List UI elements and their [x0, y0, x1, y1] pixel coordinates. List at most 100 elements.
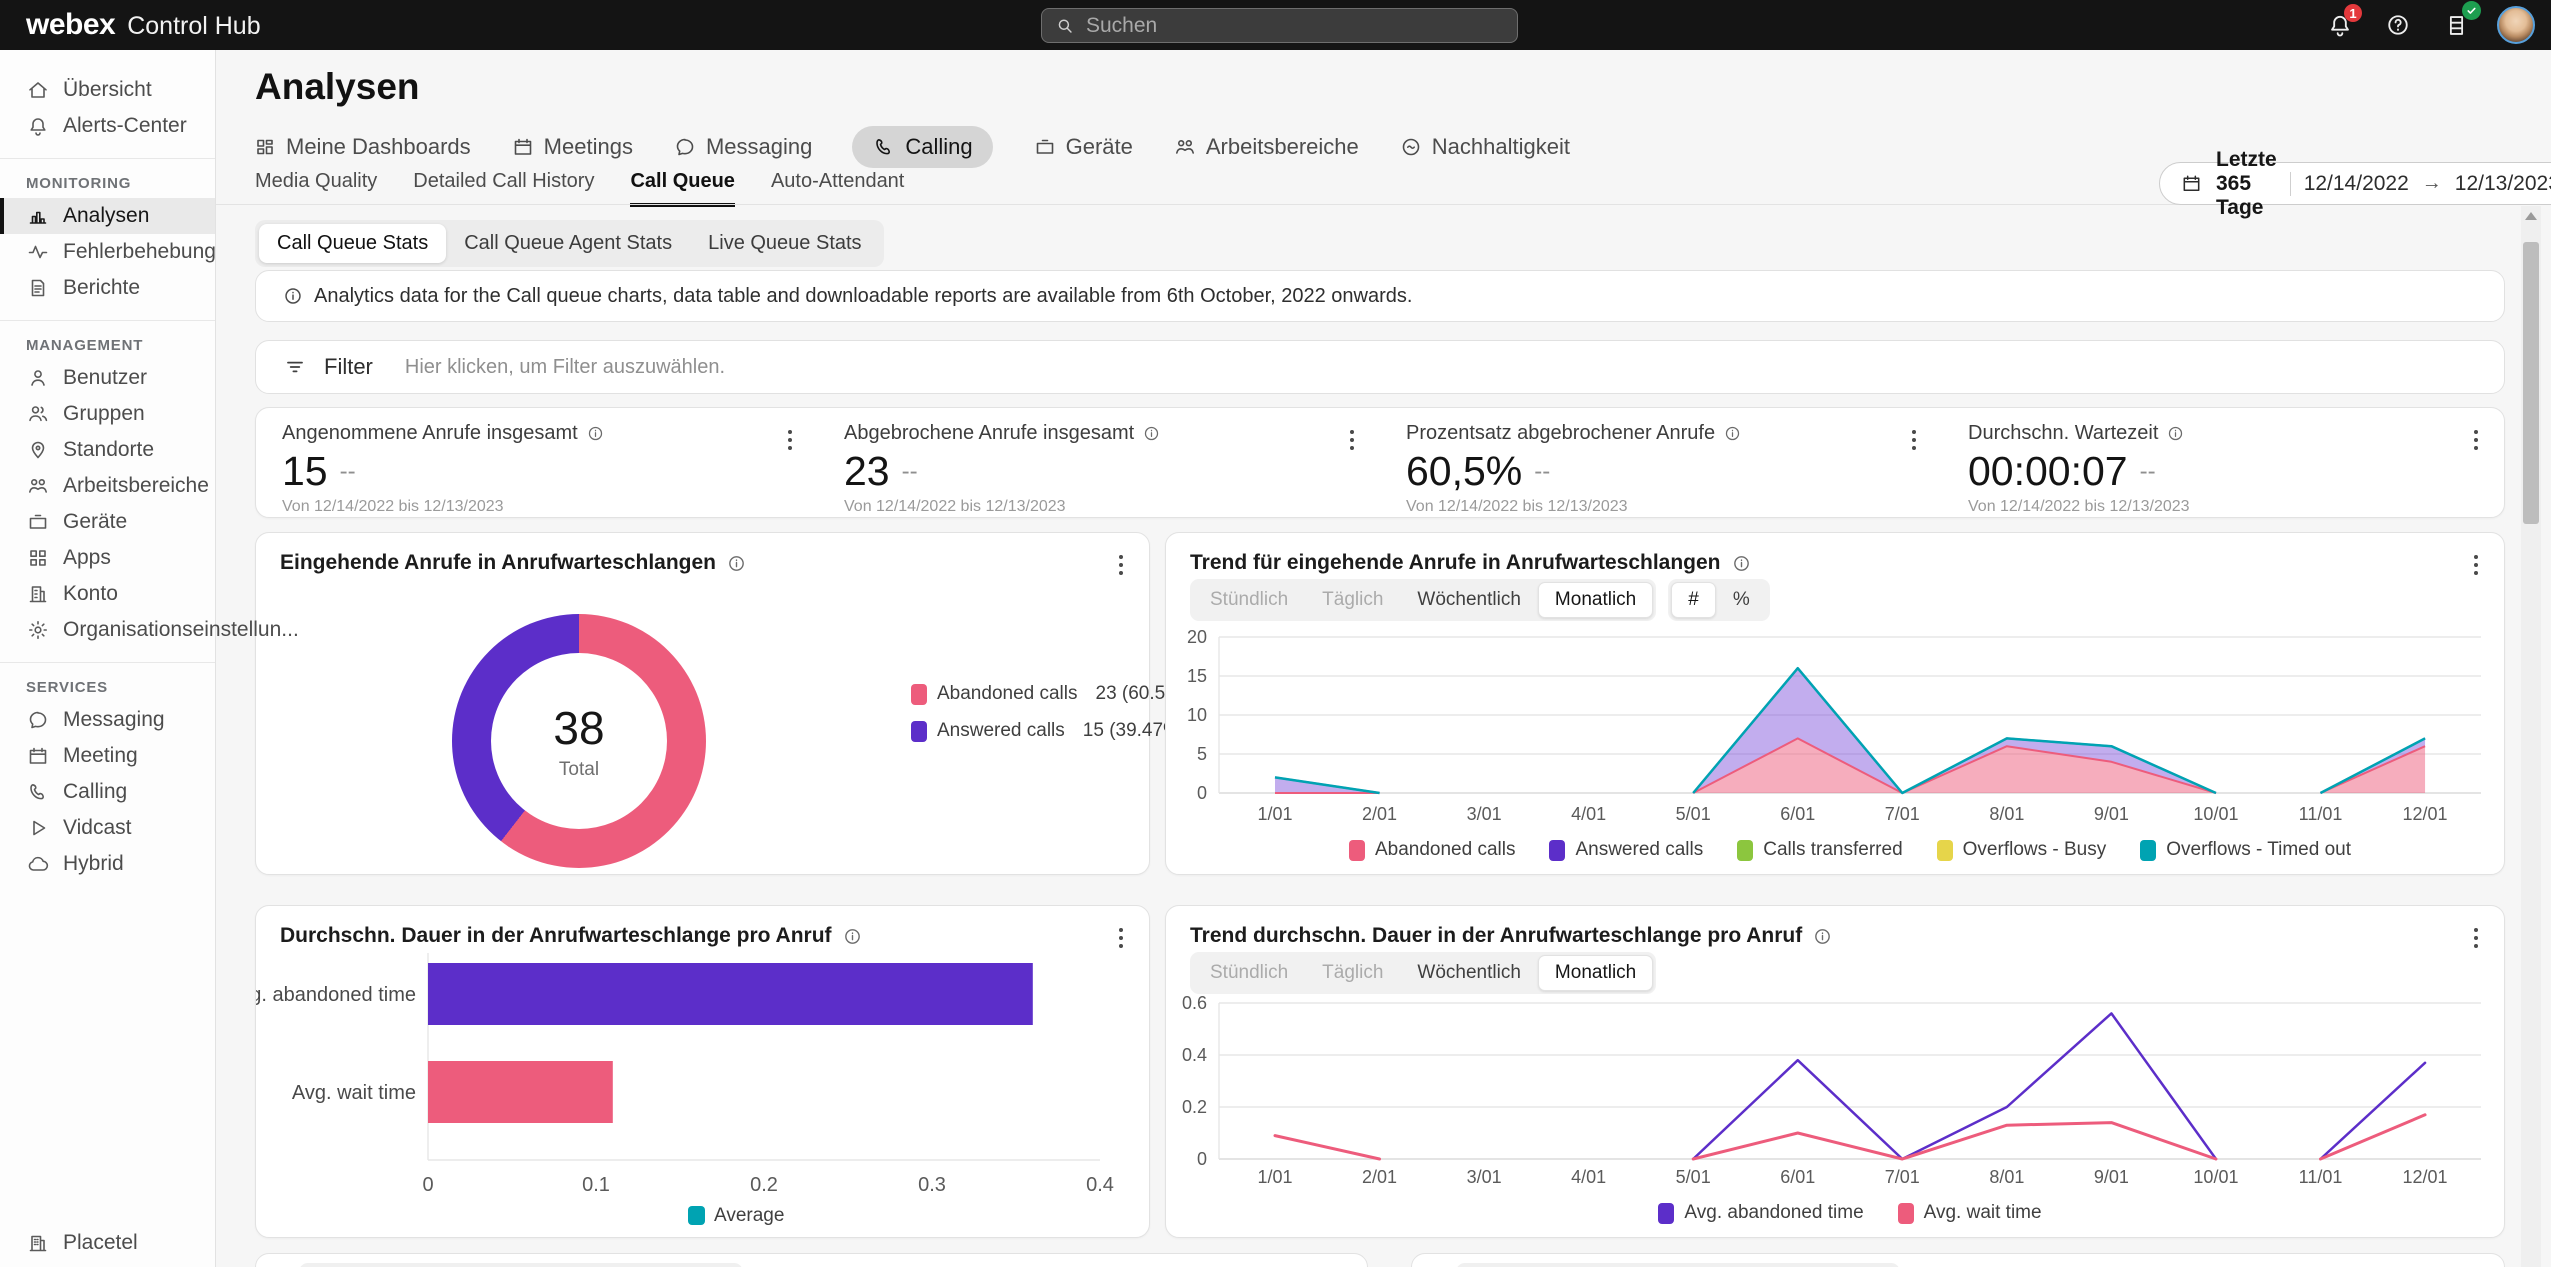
bar-category-label: Avg. wait time	[292, 1082, 416, 1104]
avatar[interactable]	[2497, 6, 2535, 44]
meeting-icon	[511, 135, 535, 159]
pill-call-queue-stats[interactable]: Call Queue Stats	[259, 224, 446, 263]
tab-nachhaltigkeit[interactable]: Nachhaltigkeit	[1399, 126, 1570, 168]
onboarding-checklist-button[interactable]	[2439, 8, 2473, 42]
groups-icon	[26, 402, 50, 426]
global-search[interactable]	[1041, 8, 1518, 43]
subtab-auto-attendant[interactable]: Auto-Attendant	[771, 170, 904, 207]
legend-item-overflows-timed-out: Overflows - Timed out	[2140, 839, 2351, 861]
search-input[interactable]	[1086, 14, 1505, 38]
sidebar-section-header: MANAGEMENT	[26, 337, 215, 354]
sidebar-item-label: Berichte	[63, 276, 140, 300]
period-toggle-t-glich[interactable]: Täglich	[1305, 955, 1400, 991]
more-options-button[interactable]	[2470, 426, 2482, 454]
tab-arbeitsbereiche[interactable]: Arbeitsbereiche	[1173, 126, 1359, 168]
sidebar-item-label: Benutzer	[63, 366, 147, 390]
line-chart-legend: Avg. abandoned timeAvg. wait time	[1219, 1202, 2481, 1224]
sidebar-item-calling[interactable]: Calling	[0, 774, 215, 810]
sidebar-item-label: Geräte	[63, 510, 127, 534]
legend-swatch	[1349, 840, 1365, 861]
subtab-call-queue[interactable]: Call Queue	[630, 170, 734, 207]
notification-badge: 1	[2344, 4, 2362, 22]
period-toggle-monatlich[interactable]: Monatlich	[1538, 582, 1653, 618]
reports-icon	[26, 276, 50, 300]
info-banner: Analytics data for the Call queue charts…	[255, 270, 2505, 322]
sidebar-item-label: Übersicht	[63, 78, 152, 102]
sidebar-item-konto[interactable]: Konto	[0, 576, 215, 612]
more-options-button[interactable]	[1346, 426, 1358, 454]
period-toggle-w-chentlich[interactable]: Wöchentlich	[1400, 582, 1538, 618]
info-icon	[1723, 424, 1742, 443]
sidebar-item-arbeitsbereiche[interactable]: Arbeitsbereiche	[0, 468, 215, 504]
vertical-scrollbar[interactable]	[2521, 206, 2541, 1267]
more-options-button[interactable]	[1908, 426, 1920, 454]
partial-toggle-row	[299, 1263, 743, 1267]
x-tick-label: 8/01	[1989, 1167, 2024, 1187]
sidebar-item-alerts-center[interactable]: Alerts-Center	[0, 108, 215, 144]
arrow-right-icon: →	[2422, 172, 2442, 195]
date-range-picker[interactable]: Letzte 365 Tage 12/14/2022 → 12/13/2023	[2159, 162, 2551, 205]
line-series-avg-abandoned-time	[2321, 1063, 2426, 1159]
notifications-button[interactable]: 1	[2323, 8, 2357, 42]
unit-toggle-#[interactable]: #	[1671, 582, 1716, 618]
tab-label: Messaging	[706, 134, 812, 160]
sidebar-item-meeting[interactable]: Meeting	[0, 738, 215, 774]
sidebar-footer: Placetel	[0, 1225, 215, 1261]
sidebar-item-analysen[interactable]: Analysen	[0, 198, 215, 234]
pill-live-queue-stats[interactable]: Live Queue Stats	[690, 224, 879, 263]
unit-toggle-%[interactable]: %	[1716, 582, 1767, 618]
legend-swatch	[1737, 840, 1753, 861]
sidebar-item-placetel[interactable]: Placetel	[0, 1225, 215, 1261]
sidebar-item-messaging[interactable]: Messaging	[0, 702, 215, 738]
period-toggle-t-glich[interactable]: Täglich	[1305, 582, 1400, 618]
bar-category-label: Avg. abandoned time	[256, 984, 416, 1006]
subtab-detailed-call-history[interactable]: Detailed Call History	[413, 170, 594, 207]
sidebar-item-gruppen[interactable]: Gruppen	[0, 396, 215, 432]
x-tick-label: 8/01	[1989, 804, 2024, 824]
more-options-button[interactable]	[1115, 551, 1127, 579]
more-options-button[interactable]	[784, 426, 796, 454]
scrollbar-thumb[interactable]	[2523, 242, 2539, 524]
sidebar-item-berichte[interactable]: Berichte	[0, 270, 215, 306]
x-tick-label: 0.2	[750, 1174, 778, 1196]
sidebar-item-apps[interactable]: Apps	[0, 540, 215, 576]
legend-swatch	[1937, 840, 1953, 861]
sidebar-item-ger-te[interactable]: Geräte	[0, 504, 215, 540]
sidebar-item-fehlerbehebung[interactable]: Fehlerbehebung	[0, 234, 215, 270]
tab-messaging[interactable]: Messaging	[673, 126, 812, 168]
help-button[interactable]	[2381, 8, 2415, 42]
tab-calling[interactable]: Calling	[852, 126, 992, 168]
pill-call-queue-agent-stats[interactable]: Call Queue Agent Stats	[446, 224, 690, 263]
legend-label: Calls transferred	[1763, 839, 1902, 861]
more-options-button[interactable]	[2470, 924, 2482, 952]
sidebar-item-bersicht[interactable]: Übersicht	[0, 72, 215, 108]
period-toggle-row: StündlichTäglichWöchentlichMonatlich #%	[1190, 579, 1770, 621]
period-toggle-monatlich[interactable]: Monatlich	[1538, 955, 1653, 991]
sidebar-item-label: Fehlerbehebung	[63, 240, 216, 264]
legend-swatch	[1658, 1203, 1674, 1224]
scrollbar-up-arrow[interactable]	[2525, 212, 2537, 220]
tab-meine-dashboards[interactable]: Meine Dashboards	[253, 126, 471, 168]
filter-bar[interactable]: Filter Hier klicken, um Filter auszuwähl…	[255, 340, 2505, 394]
sidebar-item-benutzer[interactable]: Benutzer	[0, 360, 215, 396]
sidebar-item-hybrid[interactable]: Hybrid	[0, 846, 215, 882]
legend-label: Average	[714, 1205, 784, 1226]
tab-ger-te[interactable]: Geräte	[1033, 126, 1133, 168]
x-tick-label: 7/01	[1885, 804, 1920, 824]
sidebar-item-organisationseinstellun[interactable]: Organisationseinstellun...	[0, 612, 215, 648]
subtab-media-quality[interactable]: Media Quality	[255, 170, 377, 207]
period-toggle-st-ndlich[interactable]: Stündlich	[1193, 955, 1305, 991]
period-toggle-w-chentlich[interactable]: Wöchentlich	[1400, 955, 1538, 991]
card-title: Trend für eingehende Anrufe in Anrufwart…	[1190, 551, 1721, 575]
period-toggle-st-ndlich[interactable]: Stündlich	[1193, 582, 1305, 618]
more-options-button[interactable]	[2470, 551, 2482, 579]
tab-meetings[interactable]: Meetings	[511, 126, 633, 168]
sidebar-item-vidcast[interactable]: Vidcast	[0, 810, 215, 846]
tab-label: Nachhaltigkeit	[1432, 134, 1570, 160]
sidebar-item-standorte[interactable]: Standorte	[0, 432, 215, 468]
period-toggle-group: StündlichTäglichWöchentlichMonatlich	[1190, 579, 1656, 621]
kpi-trend-suffix: --	[902, 458, 918, 486]
sidebar-item-label: Gruppen	[63, 402, 145, 426]
card-incoming-calls-donut: Eingehende Anrufe in Anrufwarteschlangen…	[255, 532, 1150, 875]
kpi-card-row: Angenommene Anrufe insgesamt15--Von 12/1…	[255, 407, 2505, 518]
